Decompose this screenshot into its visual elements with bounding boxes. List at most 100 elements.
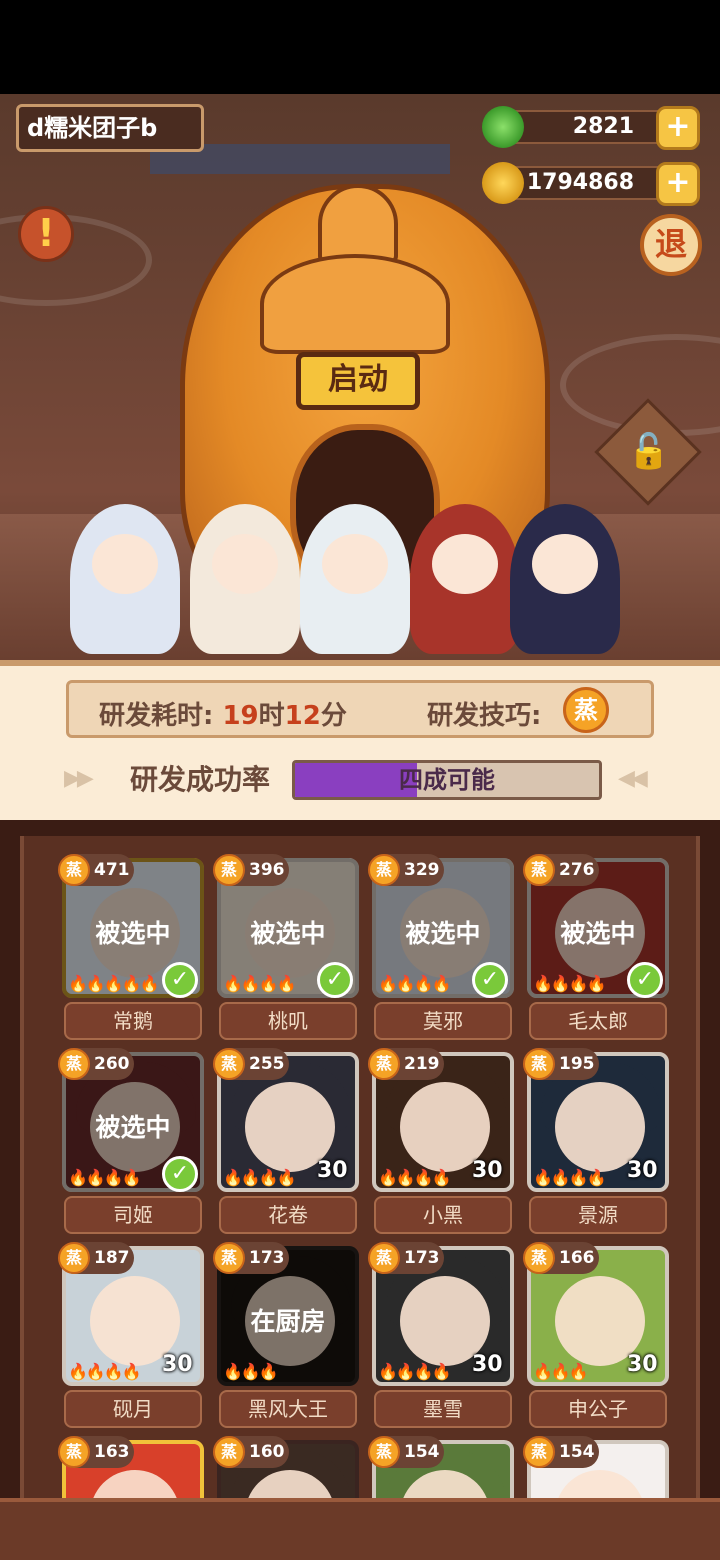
power-value: 163 <box>94 1442 130 1462</box>
steam-skill-icon: 蒸 <box>523 854 555 886</box>
character-name: 黑风大王 <box>219 1390 357 1428</box>
power-badge: 蒸 160 <box>213 1436 289 1468</box>
character-name: 常鹅 <box>64 1002 202 1040</box>
steam-skill-icon: 蒸 <box>213 1048 245 1080</box>
power-badge: 蒸 329 <box>368 854 444 886</box>
power-value: 160 <box>249 1442 285 1462</box>
flame-rating-icons: 🔥🔥🔥🔥 <box>378 974 452 993</box>
card-state-label: 被选中 <box>95 919 171 948</box>
character-name: 申公子 <box>529 1390 667 1428</box>
steam-skill-icon: 蒸 <box>368 1242 400 1274</box>
character-name: 司姬 <box>64 1196 202 1234</box>
character-name: 景源 <box>529 1196 667 1234</box>
steam-skill-icon: 蒸 <box>58 854 90 886</box>
power-value: 195 <box>559 1054 595 1074</box>
flame-rating-icons: 🔥🔥🔥🔥 <box>533 1168 607 1187</box>
power-badge: 蒸 187 <box>58 1242 134 1274</box>
power-value: 154 <box>404 1442 440 1462</box>
warning-button[interactable]: ! <box>18 206 74 262</box>
power-value: 276 <box>559 860 595 880</box>
selected-check-icon: ✓ <box>472 962 508 998</box>
character-card[interactable]: 蒸 219 🔥🔥🔥🔥 30 小黑 <box>368 1048 516 1234</box>
top-black-bar <box>0 0 720 94</box>
power-badge: 蒸 219 <box>368 1048 444 1080</box>
steam-skill-icon: 蒸 <box>213 854 245 886</box>
flame-rating-icons: 🔥🔥🔥🔥 <box>68 1168 142 1187</box>
flame-rating-icons: 🔥🔥🔥🔥 <box>223 974 297 993</box>
steam-skill-icon: 蒸 <box>58 1436 90 1468</box>
jade-counter: 2821 + <box>482 106 700 150</box>
jade-value: 2821 <box>572 114 634 139</box>
character-sprite <box>70 504 180 654</box>
flame-rating-icons: 🔥🔥🔥🔥 <box>378 1362 452 1381</box>
character-card[interactable]: 蒸 187 🔥🔥🔥🔥 30 砚月 <box>58 1242 206 1428</box>
add-coins-button[interactable]: + <box>656 162 700 206</box>
steam-skill-icon: 蒸 <box>523 1048 555 1080</box>
coin-counter: 1794868 + <box>482 162 700 206</box>
start-button[interactable]: 启动 <box>296 352 420 410</box>
exit-button[interactable]: 退 <box>640 214 702 276</box>
character-card[interactable]: 蒸 255 🔥🔥🔥🔥 30 花卷 <box>213 1048 361 1234</box>
character-card[interactable]: 蒸 173 在厨房 🔥🔥🔥 黑风大王 <box>213 1242 361 1428</box>
card-state-label: 被选中 <box>95 1113 171 1142</box>
character-card[interactable]: 蒸 329 被选中 🔥🔥🔥🔥 ✓ 莫邪 <box>368 854 516 1040</box>
steam-skill-icon: 蒸 <box>58 1048 90 1080</box>
coin-icon <box>482 162 524 204</box>
power-value: 396 <box>249 860 285 880</box>
character-card[interactable]: 蒸 173 🔥🔥🔥🔥 30 墨雪 <box>368 1242 516 1428</box>
power-badge: 蒸 471 <box>58 854 134 886</box>
steam-skill-icon: 蒸 <box>58 1242 90 1274</box>
success-rate-bar: 四成可能 <box>292 760 602 800</box>
character-name: 小黑 <box>374 1196 512 1234</box>
character-level: 30 <box>472 1158 503 1183</box>
pot-lid <box>260 254 450 354</box>
selected-check-icon: ✓ <box>317 962 353 998</box>
character-card[interactable]: 蒸 260 被选中 🔥🔥🔥🔥 ✓ 司姬 <box>58 1048 206 1234</box>
character-name: 墨雪 <box>374 1390 512 1428</box>
character-sprite <box>300 504 410 654</box>
power-badge: 蒸 195 <box>523 1048 599 1080</box>
flame-rating-icons: 🔥🔥🔥🔥 <box>533 974 607 993</box>
character-sprite <box>410 504 520 654</box>
add-jade-button[interactable]: + <box>656 106 700 150</box>
power-badge: 蒸 260 <box>58 1048 134 1080</box>
power-value: 154 <box>559 1442 595 1462</box>
character-level: 30 <box>627 1352 658 1377</box>
power-value: 260 <box>94 1054 130 1074</box>
research-time-hours: 19 <box>222 701 259 731</box>
research-panel: 研发耗时: 19时12分 研发技巧: 蒸 ▶▶ 研发成功率 四成可能 ◀◀ <box>0 660 720 820</box>
character-card[interactable]: 蒸 396 被选中 🔥🔥🔥🔥 ✓ 桃叽 <box>213 854 361 1040</box>
character-card[interactable]: 蒸 166 🔥🔥🔥 30 申公子 <box>523 1242 671 1428</box>
character-card[interactable]: 蒸 163 <box>58 1436 206 1498</box>
power-value: 173 <box>404 1248 440 1268</box>
skill-badge[interactable]: 蒸 <box>563 687 609 733</box>
power-badge: 蒸 276 <box>523 854 599 886</box>
selected-check-icon: ✓ <box>162 962 198 998</box>
power-value: 187 <box>94 1248 130 1268</box>
flame-rating-icons: 🔥🔥🔥🔥🔥 <box>68 974 160 993</box>
character-card[interactable]: 蒸 471 被选中 🔥🔥🔥🔥🔥 ✓ 常鹅 <box>58 854 206 1040</box>
character-grid[interactable]: 蒸 471 被选中 🔥🔥🔥🔥🔥 ✓ 常鹅蒸 396 被选中 🔥🔥🔥🔥 ✓ 桃叽蒸 329 被选中 🔥🔥🔥🔥… <box>20 836 700 1498</box>
character-card[interactable]: 蒸 276 被选中 🔥🔥🔥🔥 ✓ 毛太郎 <box>523 854 671 1040</box>
character-level: 30 <box>472 1352 503 1377</box>
research-time-label: 研发耗时: <box>99 701 214 731</box>
shelf-bottom <box>0 1498 720 1560</box>
character-name: 花卷 <box>219 1196 357 1234</box>
flame-rating-icons: 🔥🔥🔥🔥 <box>68 1362 142 1381</box>
character-card[interactable]: 蒸 195 🔥🔥🔥🔥 30 景源 <box>523 1048 671 1234</box>
power-value: 255 <box>249 1054 285 1074</box>
character-name: 砚月 <box>64 1390 202 1428</box>
research-time-minutes-unit: 分 <box>320 701 347 731</box>
character-level: 30 <box>627 1158 658 1183</box>
success-rate-label: 研发成功率 <box>130 763 271 796</box>
power-badge: 蒸 154 <box>368 1436 444 1468</box>
selected-characters <box>0 474 720 654</box>
kitchen-scene: 启动 d糯米团子b 2821 + 1794868 + ! 退 🔓 <box>0 94 720 660</box>
flame-rating-icons: 🔥🔥🔥🔥 <box>223 1168 297 1187</box>
card-state-label: 在厨房 <box>250 1307 326 1336</box>
power-badge: 蒸 255 <box>213 1048 289 1080</box>
character-card[interactable]: 蒸 154 <box>523 1436 671 1498</box>
character-card[interactable]: 蒸 154 <box>368 1436 516 1498</box>
power-value: 166 <box>559 1248 595 1268</box>
character-card[interactable]: 蒸 160 <box>213 1436 361 1498</box>
